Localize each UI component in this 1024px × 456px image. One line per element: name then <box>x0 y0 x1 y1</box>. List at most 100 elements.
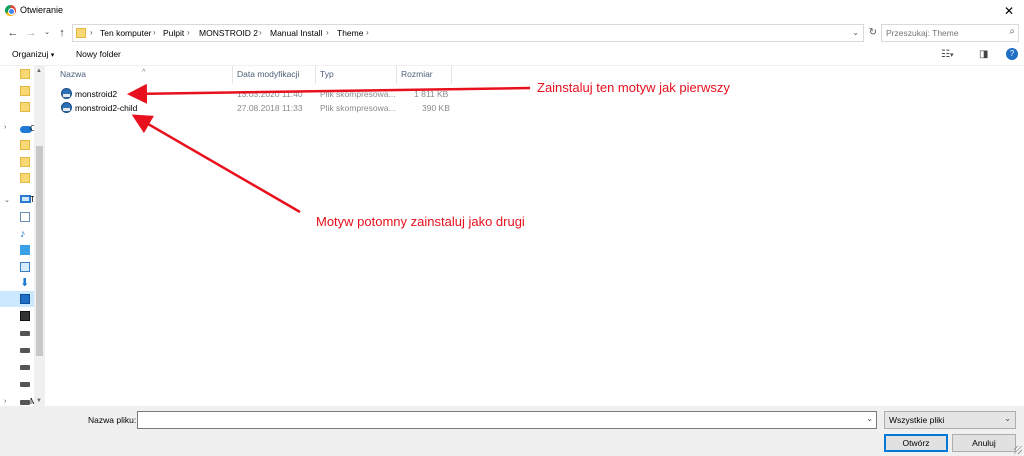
nav-item-desktop[interactable] <box>0 291 34 307</box>
documents-icon <box>20 212 30 222</box>
nav-item-videos[interactable] <box>14 308 36 324</box>
nav-item-folder-4[interactable] <box>14 137 36 153</box>
nav-item-onedrive[interactable]: O <box>14 121 36 137</box>
address-bar[interactable]: › Ten komputer › Pulpit › MONSTROID 2 › … <box>72 24 864 42</box>
recent-locations-button[interactable]: ⌄ <box>40 25 54 41</box>
breadcrumb-separator: › <box>259 28 262 37</box>
chevron-down-icon[interactable]: ⌄ <box>866 414 873 423</box>
file-row-monstroid2-child[interactable]: monstroid2-child 27.08.2018 11:33 Plik s… <box>48 101 468 115</box>
breadcrumb-desktop[interactable]: Pulpit <box>163 28 184 38</box>
annotation-install-first: Zainstaluj ten motyw jak pierwszy <box>537 80 730 95</box>
file-name: monstroid2 <box>75 89 118 99</box>
breadcrumb-theme[interactable]: Theme <box>337 28 363 38</box>
nav-item-pictures[interactable] <box>14 259 36 275</box>
up-button[interactable]: ↑ <box>55 25 69 41</box>
breadcrumb-this-pc[interactable]: Ten komputer <box>100 28 152 38</box>
nav-item-folder-6[interactable] <box>14 170 36 186</box>
search-icon: ⌕ <box>1009 26 1015 37</box>
file-type: Plik skompresowa... <box>320 89 396 99</box>
chrome-icon <box>5 5 16 16</box>
sort-ascending-icon: ^ <box>142 69 146 76</box>
navigation-pane-scrollbar[interactable]: ▲ ▼ <box>34 66 45 406</box>
folder-icon <box>20 86 30 96</box>
expand-chevron-icon[interactable]: › <box>4 398 6 405</box>
column-header-label: Typ <box>320 69 334 79</box>
arrow-right-icon: → <box>25 27 37 39</box>
downloads-icon: ⬇ <box>20 277 30 289</box>
column-header-label: Rozmiar <box>401 69 433 79</box>
breadcrumb-monstroid[interactable]: MONSTROID 2 <box>199 28 258 38</box>
scroll-down-icon[interactable]: ▼ <box>36 398 42 404</box>
nav-item-drive-3[interactable] <box>14 359 36 375</box>
folder-icon <box>20 140 30 150</box>
filename-input[interactable] <box>138 412 858 428</box>
nav-item-drive-4[interactable] <box>14 376 36 392</box>
file-row-monstroid2[interactable]: monstroid2 13.03.2020 11:40 Plik skompre… <box>48 87 468 101</box>
nav-item-folder-1[interactable] <box>14 66 36 82</box>
view-details-icon: ☷ <box>941 49 950 60</box>
chevron-down-icon: ⌄ <box>44 29 50 36</box>
nav-item-documents[interactable] <box>14 209 36 225</box>
breadcrumb-separator: › <box>326 28 329 37</box>
resize-grip[interactable] <box>1014 446 1022 454</box>
pictures-icon <box>20 262 30 272</box>
column-header-name[interactable]: ^ Nazwa <box>48 66 232 84</box>
search-input[interactable] <box>882 25 1002 41</box>
chevron-down-icon[interactable]: ⌄ <box>852 28 859 37</box>
cancel-button[interactable]: Anuluj <box>952 434 1016 452</box>
nav-item-3d-objects[interactable] <box>14 242 36 258</box>
expand-chevron-icon[interactable]: ⌄ <box>4 196 10 204</box>
nav-item-this-pc[interactable]: T <box>14 192 36 208</box>
command-bar: Organizuj ▾ Nowy folder ☷▾ ◨ ? <box>0 44 1024 66</box>
close-button[interactable]: ✕ <box>994 0 1024 22</box>
nav-item-drive-2[interactable] <box>14 342 36 358</box>
folder-icon <box>76 28 86 38</box>
chevron-down-icon: ▾ <box>949 52 954 59</box>
nav-item-folder-5[interactable] <box>14 154 36 170</box>
navigation-bar: ← → ⌄ ↑ › Ten komputer › Pulpit › MONSTR… <box>0 22 1024 44</box>
filename-combobox[interactable]: ⌄ <box>137 411 877 429</box>
nav-item-music[interactable]: ♪ <box>14 226 36 242</box>
3d-objects-icon <box>20 245 30 255</box>
back-button[interactable]: ← <box>6 25 20 41</box>
column-divider[interactable] <box>451 66 452 84</box>
nav-item-downloads[interactable]: ⬇ <box>14 275 36 291</box>
column-header-label: Nazwa <box>60 69 86 79</box>
refresh-button[interactable]: ↻ <box>866 24 880 42</box>
forward-button[interactable]: → <box>24 25 38 41</box>
drive-icon <box>20 382 30 387</box>
help-button[interactable]: ? <box>1006 48 1018 60</box>
chevron-down-icon: ▾ <box>50 52 55 59</box>
folder-icon <box>20 102 30 112</box>
annotation-install-second: Motyw potomny zainstaluj jako drugi <box>316 214 525 229</box>
nav-item-folder-2[interactable] <box>14 83 36 99</box>
nav-item-drive-1[interactable] <box>14 325 36 341</box>
file-size: 390 KB <box>422 103 450 113</box>
title-bar: Otwieranie ✕ <box>0 0 1024 22</box>
file-date: 27.08.2018 11:33 <box>237 103 303 113</box>
scrollbar-thumb[interactable] <box>36 146 43 356</box>
organize-label: Organizuj <box>12 49 49 59</box>
refresh-icon: ↻ <box>868 27 878 38</box>
search-box[interactable]: ⌕ <box>881 24 1019 42</box>
file-size: 1 811 KB <box>414 89 449 99</box>
open-button[interactable]: Otwórz <box>884 434 948 452</box>
music-icon: ♪ <box>20 228 26 240</box>
organize-button[interactable]: Organizuj ▾ <box>12 49 54 59</box>
preview-pane-button[interactable]: ◨ <box>979 49 988 60</box>
desktop-icon <box>20 294 30 304</box>
nav-item-folder-3[interactable] <box>14 99 36 115</box>
column-header-size[interactable]: Rozmiar <box>397 66 451 84</box>
drive-icon <box>20 365 30 370</box>
navigation-pane: › O ⌄ T ♪ ⬇ <box>0 66 45 406</box>
file-type-select[interactable]: Wszystkie pliki ⌄ <box>884 411 1016 429</box>
breadcrumb-manual-install[interactable]: Manual Install <box>270 28 322 38</box>
scroll-up-icon[interactable]: ▲ <box>36 68 42 74</box>
view-options-button[interactable]: ☷▾ <box>941 49 953 60</box>
expand-chevron-icon[interactable]: › <box>4 124 6 131</box>
column-header-type[interactable]: Typ <box>316 66 396 84</box>
new-folder-button[interactable]: Nowy folder <box>76 49 121 59</box>
column-header-date[interactable]: Data modyfikacji <box>233 66 315 84</box>
window-title: Otwieranie <box>20 5 64 15</box>
arrow-up-icon: ↑ <box>59 27 65 39</box>
